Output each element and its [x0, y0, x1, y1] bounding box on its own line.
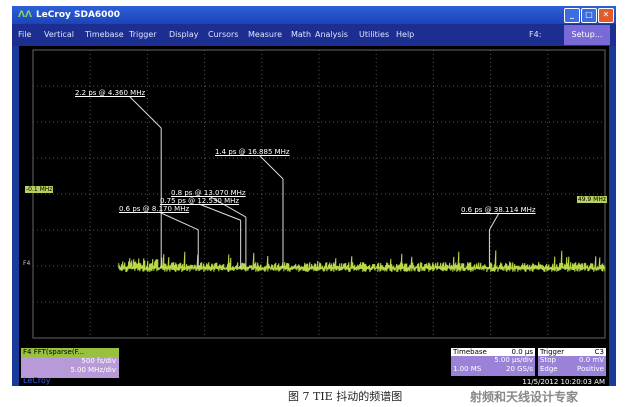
right-marker[interactable]: 49.9 MHz	[576, 196, 607, 203]
annotation: 1.4 ps @ 16.885 MHz	[215, 148, 290, 156]
scope-window: ΛΛ LeCroy SDA6000 _ □ ✕ File Vertical Tim…	[12, 6, 616, 386]
f4-trace-descriptor[interactable]: F4 FFT(sparse(F... 500 fs/div 5.00 MHz/d…	[21, 348, 119, 378]
annotation: 0.6 ps @ 38.114 MHz	[461, 206, 536, 214]
watermark: 射频和天线设计专家	[470, 390, 579, 404]
menu-vertical[interactable]: Vertical	[44, 24, 74, 46]
info-panel: F4 FFT(sparse(F... 500 fs/div 5.00 MHz/d…	[19, 342, 609, 386]
datetime: 11/5/2012 10:20:03 AM	[522, 378, 605, 386]
shortcut-label: F4:	[529, 30, 542, 39]
window-title: LeCroy SDA6000	[35, 10, 120, 20]
f4-title: F4 FFT(sparse(F...	[21, 348, 119, 357]
timebase-delay: 0.0 µs	[511, 348, 533, 356]
menu-display[interactable]: Display	[169, 24, 199, 46]
timebase-label: Timebase	[453, 348, 487, 356]
annotation: 0.75 ps @ 12.530 MHz	[160, 197, 240, 205]
close-button[interactable]: ✕	[598, 8, 614, 23]
title-bar: ΛΛ LeCroy SDA6000 _ □ ✕	[12, 6, 616, 24]
menu-help[interactable]: Help	[396, 24, 414, 46]
annotation-leader	[488, 212, 500, 231]
annotation-leader	[128, 95, 162, 129]
setup-button[interactable]: Setup...	[564, 25, 610, 45]
annotation-leader	[198, 203, 241, 221]
menu-bar: File Vertical Timebase Trigger Display C…	[12, 24, 616, 46]
figure-caption: 图 7 TIE 抖动的频谱图	[288, 390, 403, 403]
menu-utilities[interactable]: Utilities	[359, 24, 389, 46]
trigger-level: 0.0 mV	[579, 356, 604, 364]
timebase-descriptor[interactable]: Timebase 0.0 µs 5.00 µs/div 1.00 MS 20 GS/…	[451, 348, 535, 376]
annotation: 0.8 ps @ 13.070 MHz	[171, 189, 246, 197]
trigger-mode: Stop	[540, 356, 556, 364]
menu-measure[interactable]: Measure	[248, 24, 282, 46]
trigger-label: Trigger	[540, 348, 565, 356]
f4-vertical-scale: 500 fs/div	[81, 357, 116, 365]
annotation-leader	[258, 154, 284, 180]
brand-label: LeCroy	[23, 376, 51, 385]
trigger-badge: C3	[594, 348, 604, 356]
menu-analysis[interactable]: Analysis	[315, 24, 348, 46]
annotation-leader	[158, 211, 199, 231]
waveform-display[interactable]: -0.1 MHz 49.9 MHz F4 2.2 ps @ 4.360 MHz …	[19, 46, 609, 342]
f4-horizontal-scale: 5.00 MHz/div	[70, 366, 116, 374]
timebase-div: 5.00 µs/div	[494, 356, 533, 364]
trigger-descriptor[interactable]: Trigger C3 Stop 0.0 mV Edge Positive	[538, 348, 606, 376]
minimize-button[interactable]: _	[564, 8, 580, 23]
annotation: 2.2 ps @ 4.360 MHz	[75, 89, 146, 97]
lecroy-logo-icon: ΛΛ	[18, 10, 32, 20]
menu-math[interactable]: Math	[291, 24, 311, 46]
menu-file[interactable]: File	[18, 24, 31, 46]
annotation: 0.6 ps @ 8.170 MHz	[119, 205, 190, 213]
menu-timebase[interactable]: Timebase	[85, 24, 124, 46]
trigger-slope: Positive	[577, 365, 604, 373]
menu-trigger[interactable]: Trigger	[129, 24, 157, 46]
left-marker[interactable]: -0.1 MHz	[25, 186, 54, 193]
maximize-button[interactable]: □	[581, 8, 597, 23]
fft-trace	[118, 250, 606, 273]
trigger-type: Edge	[540, 365, 558, 373]
menu-cursors[interactable]: Cursors	[208, 24, 238, 46]
timebase-rate: 20 GS/s	[505, 365, 533, 373]
trace-label: F4	[23, 260, 31, 267]
timebase-samples: 1.00 MS	[453, 365, 482, 373]
